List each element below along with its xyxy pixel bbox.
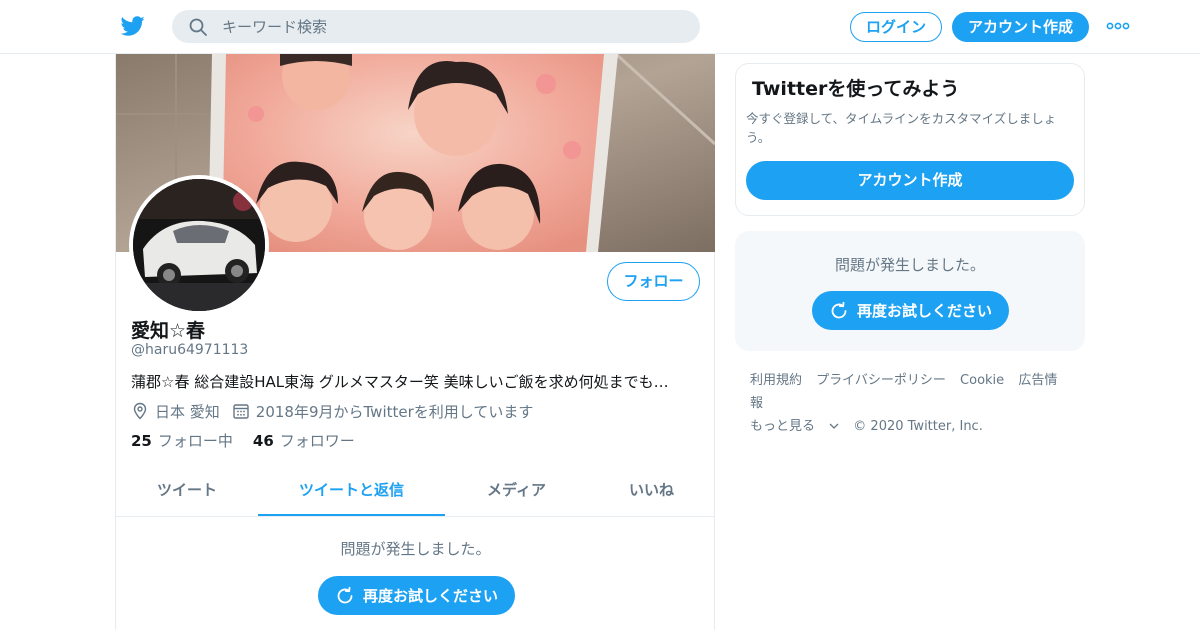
refresh-icon xyxy=(337,586,353,603)
footer-links-row: 利用規約 プライバシーポリシー Cookie 広告情報 xyxy=(750,369,1080,415)
tab-tweets[interactable]: ツイート xyxy=(116,464,258,516)
sidebar-error-card: 問題が発生しました。 再度お試しください xyxy=(735,231,1085,351)
signup-button[interactable]: アカウント作成 xyxy=(952,12,1089,42)
tab-likes[interactable]: いいね xyxy=(588,464,715,516)
profile-avatar[interactable] xyxy=(129,175,269,315)
top-navigation-bar: ログイン アカウント作成 xyxy=(0,0,1200,54)
footer-link-cookie[interactable]: Cookie xyxy=(960,373,1004,388)
sidebar-error-text: 問題が発生しました。 xyxy=(834,256,985,274)
more-options-icon[interactable] xyxy=(1106,18,1130,34)
calendar-icon xyxy=(233,404,249,419)
followers-label: フォロワー xyxy=(279,432,355,450)
followers-count: 46 xyxy=(252,432,274,450)
signup-card-text: 今すぐ登録して、タイムラインをカスタマイズしましょう。 xyxy=(746,111,1057,145)
footer-copyright: © 2020 Twitter, Inc. xyxy=(853,419,983,434)
sidebar-retry-button[interactable]: 再度お試しください xyxy=(812,291,1009,330)
timeline-error-text: 問題が発生しました。 xyxy=(340,540,491,558)
signup-card-title: Twitterを使ってみよう xyxy=(752,78,960,100)
profile-tabs: ツイート ツイートと返信 メディア いいね xyxy=(116,464,715,517)
signup-promo-card: Twitterを使ってみよう 今すぐ登録して、タイムラインをカスタマイズしましょ… xyxy=(735,63,1085,216)
profile-name: 愛知☆春 xyxy=(131,320,206,342)
footer-link-privacy[interactable]: プライバシーポリシー xyxy=(816,373,946,388)
sidebar-footer: 利用規約 プライバシーポリシー Cookie 広告情報 もっと見る © 2020… xyxy=(750,369,1080,438)
profile-column: フォロー 愛知☆春 @haru64971113 蒲郡☆春 総合建設HAL東海 グ… xyxy=(115,54,715,630)
search-input[interactable] xyxy=(222,10,682,43)
search-icon xyxy=(189,18,207,36)
login-button[interactable]: ログイン xyxy=(850,12,942,42)
footer-more-label: もっと見る xyxy=(750,419,816,434)
footer-more-link[interactable]: もっと見る xyxy=(750,419,843,434)
profile-handle[interactable]: @haru64971113 xyxy=(131,342,248,358)
followers-stat[interactable]: 46 フォロワー xyxy=(253,430,355,451)
profile-location: 日本 愛知 xyxy=(155,402,220,421)
chevron-down-icon xyxy=(829,423,839,429)
timeline-retry-button[interactable]: 再度お試しください xyxy=(318,576,515,615)
footer-second-row: もっと見る © 2020 Twitter, Inc. xyxy=(750,415,1080,438)
following-label: フォロー中 xyxy=(157,432,233,450)
timeline-retry-label: 再度お試しください xyxy=(362,587,498,605)
footer-link-terms[interactable]: 利用規約 xyxy=(750,373,802,388)
tab-media[interactable]: メディア xyxy=(445,464,588,516)
profile-stats: 25 フォロー中 46 フォロワー xyxy=(131,430,375,451)
following-stat[interactable]: 25 フォロー中 xyxy=(131,430,233,451)
profile-joined-date: 2018年9月からTwitterを利用しています xyxy=(255,402,534,421)
following-count: 25 xyxy=(131,432,152,450)
profile-meta: 日本 愛知 2018年9月からTwitterを利用しています xyxy=(131,400,533,422)
refresh-icon xyxy=(831,301,847,318)
sidebar-retry-label: 再度お試しください xyxy=(856,302,992,320)
follow-button[interactable]: フォロー xyxy=(607,262,700,301)
avatar-car-image xyxy=(133,179,265,311)
twitter-bird-icon[interactable] xyxy=(120,14,146,38)
profile-bio: 蒲郡☆春 総合建設HAL東海 グルメマスター笑 美味しいご飯を求め何処までも… xyxy=(131,373,669,391)
tab-tweets-and-replies[interactable]: ツイートと返信 xyxy=(258,464,445,516)
signup-card-button[interactable]: アカウント作成 xyxy=(746,161,1074,200)
search-bar xyxy=(172,10,700,43)
location-icon xyxy=(133,402,147,420)
